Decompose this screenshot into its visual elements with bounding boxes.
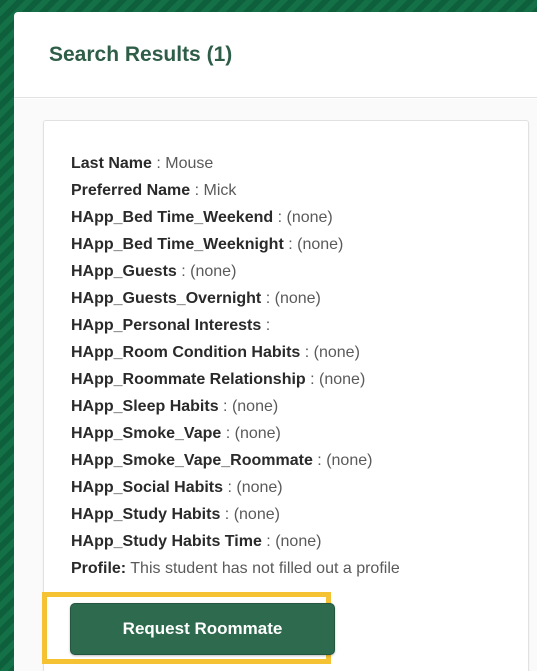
field-separator: :	[305, 371, 320, 388]
field-value: (none)	[313, 344, 360, 361]
field-label: HApp_Guests	[71, 263, 177, 280]
field-separator: :	[220, 506, 234, 523]
field-label: HApp_Bed Time_Weekend	[71, 209, 274, 226]
field-value: (none)	[190, 263, 237, 280]
field-separator: :	[261, 317, 271, 334]
field-value: This student has not filled out a profil…	[130, 560, 400, 577]
field-separator: :	[223, 479, 237, 496]
field-label: HApp_Smoke_Vape	[71, 425, 222, 442]
search-results-panel: Search Results (1) Last Name : Mouse Pref…	[14, 12, 537, 671]
profile-field: Last Name : Mouse	[71, 150, 400, 177]
field-label: HApp_Roommate Relationship	[71, 371, 306, 388]
request-roommate-button[interactable]: Request Roommate	[70, 603, 335, 655]
field-label: HApp_Smoke_Vape_Roommate	[71, 452, 313, 469]
profile-field: Preferred Name : Mick	[71, 177, 400, 204]
profile-field: HApp_Bed Time_Weekend : (none)	[71, 204, 400, 231]
field-label: HApp_Study Habits Time	[71, 533, 262, 550]
profile-field: HApp_Study Habits Time : (none)	[71, 528, 400, 555]
field-separator: :	[261, 533, 276, 550]
field-separator: :	[151, 155, 166, 172]
field-label: Last Name	[71, 155, 152, 172]
panel-header: Search Results (1)	[14, 12, 537, 98]
profile-field-list: Last Name : Mouse Preferred Name : Mick HA…	[71, 150, 400, 582]
field-separator: :	[261, 290, 275, 307]
field-label: Preferred Name	[71, 182, 191, 199]
field-label: HApp_Sleep Habits	[71, 398, 219, 415]
result-card: Last Name : Mouse Preferred Name : Mick HA…	[43, 120, 529, 671]
field-separator: :	[300, 344, 314, 361]
field-value: (none)	[274, 290, 321, 307]
field-value: (none)	[297, 236, 344, 253]
field-value: (none)	[234, 425, 281, 442]
field-separator: :	[190, 182, 204, 199]
field-separator: :	[221, 425, 235, 442]
field-separator: :	[283, 236, 298, 253]
field-value: (none)	[236, 479, 283, 496]
profile-field: HApp_Guests : (none)	[71, 258, 400, 285]
profile-field: Profile: This student has not filled out…	[71, 555, 400, 582]
field-label: HApp_Study Habits	[71, 506, 221, 523]
field-separator: :	[312, 452, 327, 469]
field-value: (none)	[326, 452, 373, 469]
field-value: (none)	[319, 371, 366, 388]
field-value: (none)	[231, 398, 279, 415]
profile-field: HApp_Bed Time_Weeknight : (none)	[71, 231, 400, 258]
profile-field: HApp_Social Habits : (none)	[71, 474, 400, 501]
field-separator: :	[273, 209, 287, 226]
page-title: Search Results (1)	[49, 42, 233, 66]
field-label: Profile:	[71, 560, 127, 577]
profile-field: HApp_Room Condition Habits : (none)	[71, 339, 400, 366]
profile-field: HApp_Sleep Habits : (none)	[71, 393, 400, 420]
panel-body: Last Name : Mouse Preferred Name : Mick HA…	[14, 99, 537, 671]
profile-field: HApp_Smoke_Vape_Roommate : (none)	[71, 447, 400, 474]
field-separator: :	[218, 398, 232, 415]
field-label: HApp_Bed Time_Weeknight	[71, 236, 284, 253]
profile-field: HApp_Guests_Overnight : (none)	[71, 285, 400, 312]
profile-field: HApp_Smoke_Vape : (none)	[71, 420, 400, 447]
profile-field: HApp_Study Habits : (none)	[71, 501, 400, 528]
field-label: HApp_Room Condition Habits	[71, 344, 301, 361]
field-label: HApp_Personal Interests	[71, 317, 262, 334]
field-separator: :	[176, 263, 191, 280]
field-label: HApp_Social Habits	[71, 479, 224, 496]
profile-field: HApp_Personal Interests :	[71, 312, 400, 339]
field-value: (none)	[286, 209, 333, 226]
field-value: Mouse	[165, 155, 214, 172]
profile-field: HApp_Roommate Relationship : (none)	[71, 366, 400, 393]
field-label: HApp_Guests_Overnight	[71, 290, 262, 307]
field-value: (none)	[233, 506, 280, 523]
field-value: Mick	[203, 182, 237, 199]
field-value: (none)	[275, 533, 322, 550]
